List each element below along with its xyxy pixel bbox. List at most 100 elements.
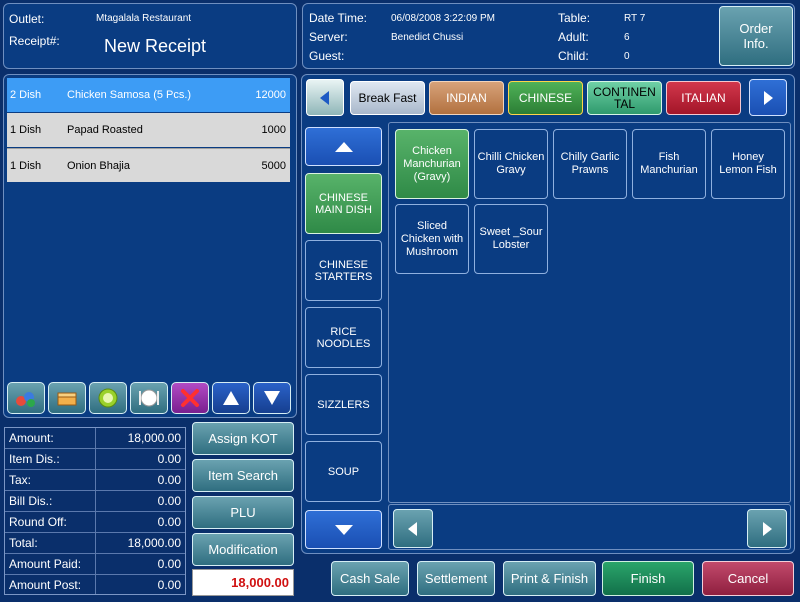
category-label: SIZZLERS <box>317 398 370 411</box>
cuisine-tab-label: CHINESE <box>518 91 573 105</box>
print-finish-button[interactable]: Print & Finish <box>503 561 596 596</box>
scroll-down-button[interactable] <box>253 382 291 414</box>
item-search-label: Item Search <box>207 468 279 483</box>
items-next-button[interactable] <box>747 509 787 548</box>
totals-row: Amount: 18,000.00 <box>5 428 185 449</box>
menu-item[interactable]: Chicken Manchurian (Gravy) <box>395 129 469 199</box>
totals-value: 18,000.00 <box>127 536 181 550</box>
menu-item-label: Honey Lemon Fish <box>719 151 777 176</box>
cash-sale-label: Cash Sale <box>340 571 400 586</box>
totals-row: Total: 18,000.00 <box>5 533 185 554</box>
menu-item[interactable]: Chilli Chicken Gravy <box>474 129 548 199</box>
plate-icon[interactable] <box>130 382 168 414</box>
plu-button[interactable]: PLU <box>192 496 294 529</box>
totals-row: Amount Paid: 0.00 <box>5 554 185 575</box>
receipt-row-qty: 1 Dish <box>10 124 42 136</box>
menu-item[interactable]: Chilly Garlic Prawns <box>553 129 627 199</box>
menu-item-label: Sweet _Sour Lobster <box>479 226 543 251</box>
adult-label: Adult: <box>558 30 589 44</box>
cuisine-tab-italian[interactable]: ITALIAN <box>666 81 741 115</box>
scroll-up-button[interactable] <box>212 382 250 414</box>
receipt-row-name: Chicken Samosa (5 Pcs.) <box>67 89 192 101</box>
totals-row: Tax: 0.00 <box>5 470 185 491</box>
finish-button[interactable]: Finish <box>602 561 694 596</box>
receipt-row[interactable]: 1 Dish Papad Roasted 1000 <box>7 113 290 147</box>
cash-sale-button[interactable]: Cash Sale <box>331 561 409 596</box>
menu-item[interactable]: Sliced Chicken with Mushroom <box>395 204 469 274</box>
down-arrow-icon <box>334 524 353 535</box>
category-chinese-starters[interactable]: CHINESE STARTERS <box>305 240 382 301</box>
cuisine-tab-chinese[interactable]: CHINESE <box>508 81 583 115</box>
menu-item-label: Sliced Chicken with Mushroom <box>400 219 464 258</box>
menu-item-label: Fish Manchurian <box>640 151 698 176</box>
category-soup[interactable]: SOUP <box>305 441 382 502</box>
outlet-value: Mtagalala Restaurant <box>96 13 192 24</box>
modification-button[interactable]: Modification <box>192 533 294 566</box>
box-icon[interactable] <box>48 382 86 414</box>
adult-value: 6 <box>624 32 630 43</box>
cuisine-tab-breakfast[interactable]: Break Fast <box>350 81 425 115</box>
child-value: 0 <box>624 51 630 62</box>
plu-label: PLU <box>230 505 256 520</box>
category-label: CHINESE MAIN DISH <box>315 191 372 216</box>
delete-icon[interactable] <box>171 382 209 414</box>
receipt-row[interactable]: 1 Dish Onion Bhajia 5000 <box>7 148 290 182</box>
totals-label: Total: <box>9 536 38 550</box>
menu-item-label: Chilli Chicken Gravy <box>477 151 545 176</box>
totals-row: Bill Dis.: 0.00 <box>5 491 185 512</box>
category-sizzlers[interactable]: SIZZLERS <box>305 374 382 435</box>
up-triangle-icon <box>223 391 239 405</box>
category-down-button[interactable] <box>305 510 382 549</box>
category-label: RICE NOODLES <box>316 325 371 350</box>
cuisine-tab-continental[interactable]: CONTINEN TAL <box>587 81 662 115</box>
category-label: SOUP <box>327 465 360 478</box>
receipt-row-price: 1000 <box>261 124 286 136</box>
cancel-button[interactable]: Cancel <box>702 561 794 596</box>
print-finish-label: Print & Finish <box>510 571 589 586</box>
items-prev-button[interactable] <box>393 509 433 548</box>
totals-value: 18,000.00 <box>127 431 181 445</box>
totals-label: Amount: <box>9 431 54 445</box>
cuisine-next-button[interactable] <box>749 79 787 116</box>
cuisine-prev-button[interactable] <box>306 79 344 116</box>
category-rice-noodles[interactable]: RICE NOODLES <box>305 307 382 368</box>
receipt-row-qty: 2 Dish <box>10 89 42 101</box>
totals-value: 0.00 <box>157 452 181 466</box>
outlet-label: Outlet: <box>9 12 45 26</box>
left-arrow-icon <box>320 90 329 105</box>
receipt-row[interactable]: 2 Dish Chicken Samosa (5 Pcs.) 12000 <box>7 78 290 112</box>
left-arrow-icon <box>408 521 417 536</box>
cuisine-tab-indian[interactable]: INDIAN <box>429 81 504 115</box>
totals-row: Item Dis.: 0.00 <box>5 449 185 470</box>
category-chinese-main-dish[interactable]: CHINESE MAIN DISH <box>305 173 382 234</box>
items-pagination-bar <box>388 504 791 550</box>
table-label: Table: <box>558 11 591 25</box>
table-value: RT 7 <box>624 13 646 24</box>
datetime-value: 06/08/2008 3:22:09 PM <box>391 13 495 24</box>
order-info-button[interactable]: Order Info. <box>719 6 793 66</box>
server-value: Benedict Chussi <box>391 32 464 43</box>
lime-icon[interactable] <box>89 382 127 414</box>
totals-row: Round Off: 0.00 <box>5 512 185 533</box>
settlement-label: Settlement <box>424 571 488 586</box>
settlement-button[interactable]: Settlement <box>417 561 495 596</box>
menu-item[interactable]: Honey Lemon Fish <box>711 129 785 199</box>
category-label: CHINESE STARTERS <box>314 258 373 283</box>
balance-value: 18,000.00 <box>231 575 289 590</box>
menu-item[interactable]: Sweet _Sour Lobster <box>474 204 548 274</box>
category-up-button[interactable] <box>305 127 382 166</box>
cuisine-tab-label: INDIAN <box>446 91 487 105</box>
menu-item[interactable]: Fish Manchurian <box>632 129 706 199</box>
item-search-button[interactable]: Item Search <box>192 459 294 492</box>
receipt-row-name: Papad Roasted <box>67 124 143 136</box>
assign-kot-button[interactable]: Assign KOT <box>192 422 294 455</box>
cuisine-tab-label: Break Fast <box>358 91 417 105</box>
receipt-row-name: Onion Bhajia <box>67 159 130 172</box>
totals-label: Amount Paid: <box>9 557 82 571</box>
order-header-panel: Date Time: 06/08/2008 3:22:09 PM Server:… <box>302 3 795 69</box>
totals-label: Round Off: <box>9 515 67 529</box>
receipt-label: Receipt#: <box>9 34 60 48</box>
down-triangle-icon <box>264 391 280 405</box>
people-icon[interactable] <box>7 382 45 414</box>
receipt-row-price: 12000 <box>255 89 286 101</box>
